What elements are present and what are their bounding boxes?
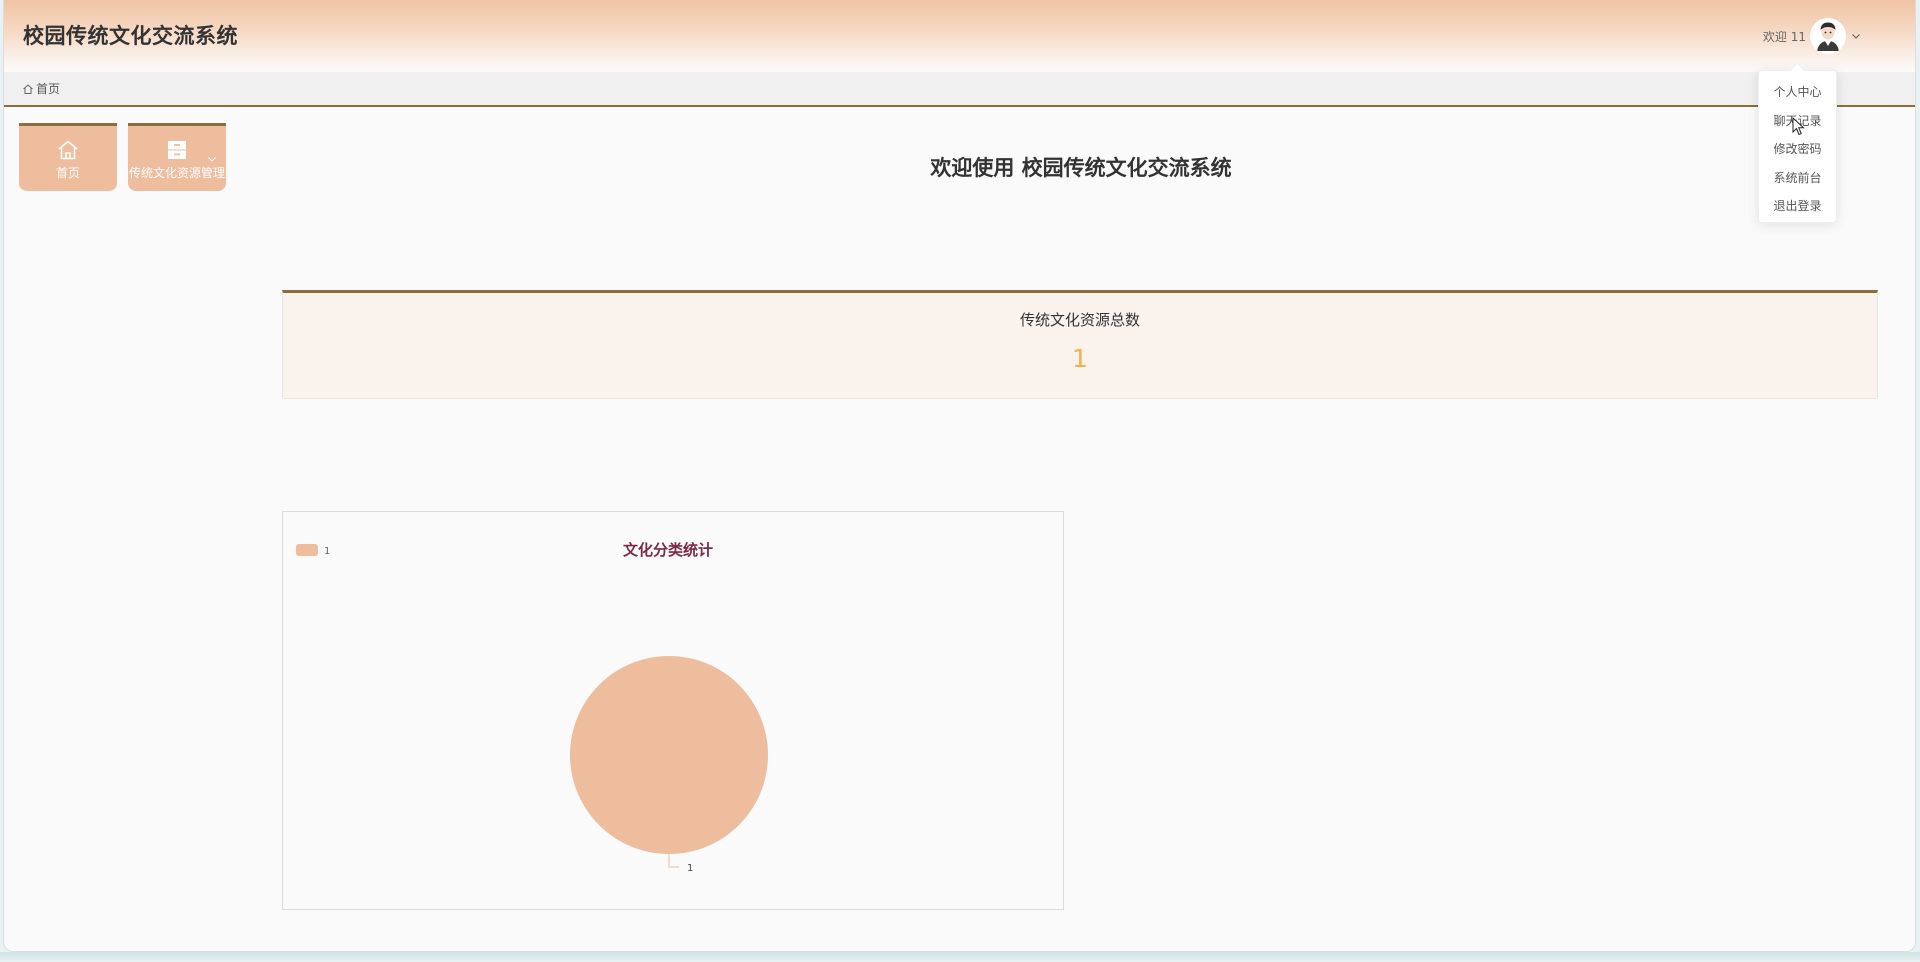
pie-slice <box>570 656 768 854</box>
menu-item-frontend[interactable]: 系统前台 <box>1759 164 1836 193</box>
chart-card: 文化分类统计 1 1 <box>282 511 1064 910</box>
breadcrumb: 首页 <box>4 72 1915 107</box>
legend-label: 1 <box>324 546 330 557</box>
menu-item-change-password[interactable]: 修改密码 <box>1759 135 1836 164</box>
bottom-strip <box>0 952 1920 962</box>
home-icon <box>58 140 78 160</box>
pie-chart: 文化分类统计 1 1 <box>296 541 768 874</box>
user-dropdown-menu: 个人中心 聊天记录 修改密码 系统前台 退出登录 <box>1758 70 1837 223</box>
nav-tile-culture-resource-management[interactable]: 传统文化资源管理 <box>128 123 226 191</box>
user-menu-trigger[interactable]: 欢迎 11 <box>1763 18 1862 54</box>
chevron-down-icon[interactable] <box>1850 30 1862 42</box>
user-avatar[interactable] <box>1810 18 1846 54</box>
menu-item-logout[interactable]: 退出登录 <box>1759 192 1836 221</box>
stats-value: 1 <box>1072 344 1088 373</box>
archive-icon <box>168 141 186 159</box>
nav-tile-home-label: 首页 <box>55 166 80 180</box>
stats-label: 传统文化资源总数 <box>1019 311 1140 329</box>
pie-label-leader <box>668 854 679 868</box>
pie-slice-label: 1 <box>687 863 693 874</box>
chevron-down-icon <box>208 157 216 162</box>
stats-card-total-resources: 传统文化资源总数 1 <box>282 290 1878 399</box>
top-header: 校园传统文化交流系统 欢迎 11 <box>4 0 1915 72</box>
nav-tile-home[interactable]: 首页 <box>19 123 117 191</box>
app-frame: 校园传统文化交流系统 欢迎 11 首页 首页 传统文化资源管理 欢迎使用 校园传… <box>3 0 1916 952</box>
breadcrumb-item-home[interactable]: 首页 <box>36 80 60 97</box>
welcome-user-text: 欢迎 11 <box>1762 29 1806 44</box>
nav-tile-culture-resource-label: 传统文化资源管理 <box>128 166 225 180</box>
menu-item-profile[interactable]: 个人中心 <box>1759 78 1836 107</box>
mouse-cursor-icon <box>1792 117 1805 136</box>
chart-title: 文化分类统计 <box>623 541 713 559</box>
app-title: 校园传统文化交流系统 <box>23 24 238 48</box>
legend-swatch <box>296 544 318 556</box>
welcome-heading: 欢迎使用 校园传统文化交流系统 <box>930 156 1232 180</box>
home-icon <box>23 83 33 94</box>
